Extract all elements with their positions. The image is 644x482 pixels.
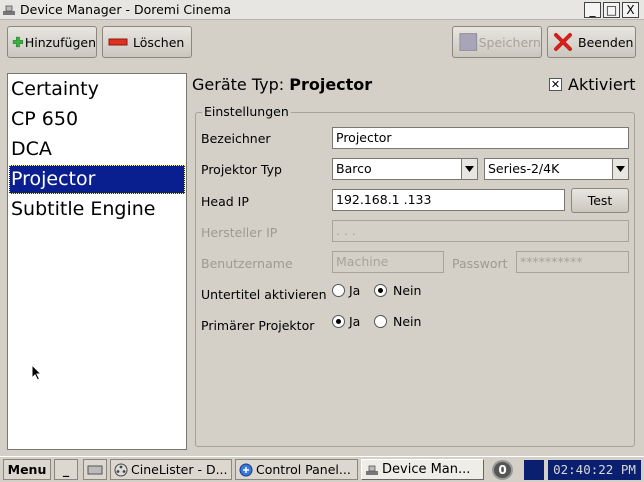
- device-list[interactable]: Certainty CP 650 DCA Projector Subtitle …: [7, 73, 187, 450]
- taskbar-item-cinelister[interactable]: CineLister - D...: [110, 459, 232, 480]
- primary-yes-radio[interactable]: [332, 315, 345, 328]
- projector-type-label: Projektor Typ: [201, 162, 282, 177]
- maximize-button[interactable]: □: [603, 2, 620, 18]
- password-field[interactable]: **********: [516, 251, 629, 273]
- window-title: Device Manager - Doremi Cinema: [20, 2, 232, 17]
- username-label: Benutzername: [201, 256, 293, 271]
- save-button-label: Speichern: [478, 34, 541, 50]
- app-icon: [3, 5, 15, 15]
- device-list-item[interactable]: CP 650: [9, 105, 185, 134]
- device-list-item[interactable]: DCA: [9, 135, 185, 164]
- taskbar: Menu _ CineLister - D... Control Panel..…: [0, 456, 644, 482]
- device-list-item[interactable]: Subtitle Engine: [9, 195, 185, 224]
- projector-series-select[interactable]: Series-2/4K: [484, 158, 629, 180]
- device-list-item[interactable]: Certainty: [9, 75, 185, 104]
- projector-brand-select[interactable]: Barco: [332, 158, 478, 180]
- username-field[interactable]: Machine: [332, 251, 444, 273]
- name-label: Bezeichner: [201, 131, 271, 146]
- test-button-label: Test: [587, 193, 613, 208]
- delete-button[interactable]: Löschen: [102, 26, 192, 58]
- name-field[interactable]: Projector: [332, 127, 629, 149]
- start-menu-button[interactable]: Menu: [3, 459, 51, 480]
- taskbar-item-label: Control Panel...: [256, 462, 351, 477]
- chevron-down-icon: [461, 159, 477, 179]
- title-bar: Device Manager - Doremi Cinema _ □ X: [0, 0, 644, 20]
- primary-no-radio[interactable]: [374, 315, 387, 328]
- terminal-launcher[interactable]: [83, 459, 107, 480]
- minimize-button[interactable]: _: [584, 2, 601, 18]
- minus-icon: [108, 38, 128, 46]
- subtitle-yes-label: Ja: [349, 283, 361, 298]
- projector-series-value: Series-2/4K: [488, 161, 560, 176]
- device-manager-icon: [366, 465, 378, 475]
- quit-button-label: Beenden: [578, 34, 634, 50]
- device-type-header: Geräte Typ: Projector: [192, 75, 372, 94]
- show-desktop-button[interactable]: _: [54, 459, 78, 480]
- test-button[interactable]: Test: [571, 188, 629, 213]
- taskbar-item-control-panel[interactable]: Control Panel...: [235, 459, 358, 480]
- clock[interactable]: 02:40:22 PM: [548, 460, 641, 480]
- subtitle-yes-radio[interactable]: [332, 284, 345, 297]
- taskbar-item-label: CineLister - D...: [131, 462, 228, 477]
- plus-icon: [12, 36, 24, 48]
- device-type-label: Geräte Typ:: [192, 75, 285, 94]
- subtitle-no-label: Nein: [393, 283, 422, 298]
- head-ip-label: Head IP: [201, 194, 249, 209]
- settings-legend: Einstellungen: [202, 104, 291, 119]
- notification-count-badge[interactable]: 0: [492, 460, 513, 480]
- chevron-down-icon: [612, 159, 628, 179]
- subtitle-no-radio[interactable]: [374, 284, 387, 297]
- vendor-ip-label: Hersteller IP: [201, 225, 278, 240]
- control-panel-icon: [239, 463, 253, 476]
- floppy-disk-icon: [459, 33, 478, 51]
- close-button[interactable]: X: [622, 2, 639, 18]
- taskbar-item-label: Device Man...: [382, 462, 471, 477]
- projector-brand-value: Barco: [336, 161, 372, 176]
- vendor-ip-field[interactable]: . . .: [332, 220, 629, 242]
- save-button[interactable]: Speichern: [452, 26, 542, 58]
- tray-indicator: [524, 460, 544, 480]
- delete-button-label: Löschen: [133, 34, 185, 50]
- active-label: Aktiviert: [568, 75, 636, 94]
- mouse-cursor-icon: [31, 364, 43, 381]
- terminal-icon: [87, 465, 103, 475]
- add-button-label: Hinzufügen: [24, 34, 96, 50]
- quit-button[interactable]: Beenden: [547, 26, 636, 58]
- device-type-value: Projector: [289, 75, 373, 94]
- primary-no-label: Nein: [393, 314, 422, 329]
- subtitle-label: Untertitel aktivieren: [201, 287, 327, 302]
- head-ip-field[interactable]: 192.168.1 .133: [332, 189, 565, 211]
- password-label: Passwort: [452, 256, 508, 271]
- active-checkbox[interactable]: ✕: [549, 78, 562, 91]
- device-list-item-selected[interactable]: Projector: [9, 165, 185, 194]
- film-reel-icon: [114, 463, 128, 476]
- add-button[interactable]: Hinzufügen: [7, 26, 97, 58]
- red-x-icon: [554, 33, 572, 51]
- primary-projector-label: Primärer Projektor: [201, 318, 315, 333]
- taskbar-item-device-manager[interactable]: Device Man...: [361, 459, 484, 480]
- primary-yes-label: Ja: [349, 314, 361, 329]
